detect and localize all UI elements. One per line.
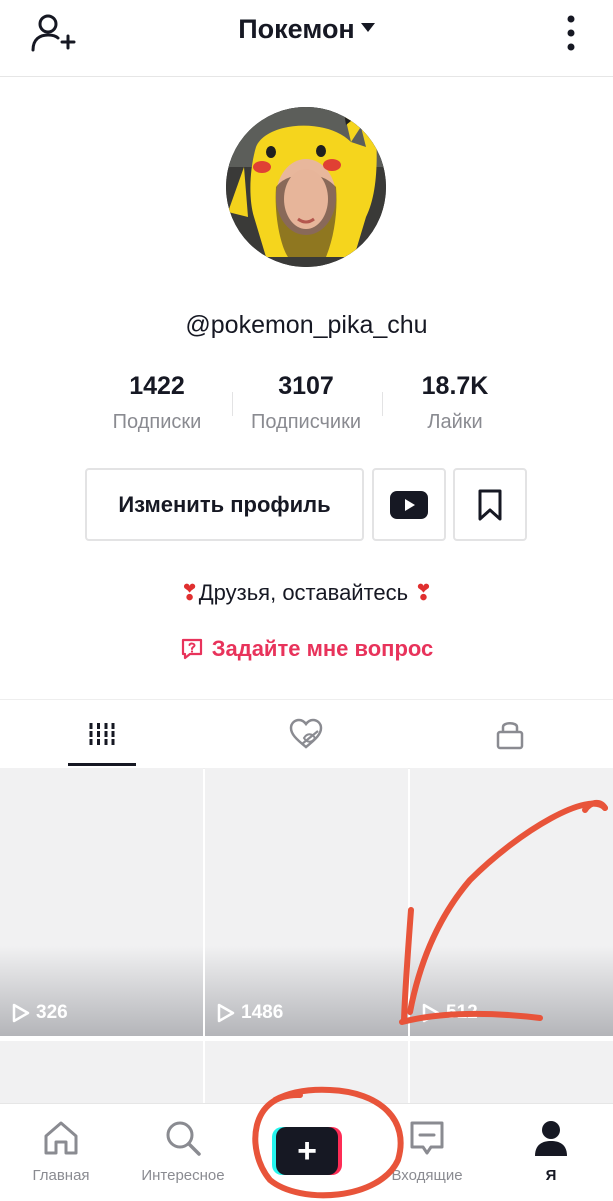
view-count-value: 1486 (241, 1002, 284, 1023)
caret-down-icon (360, 23, 375, 33)
nav-me-label: Я (545, 1167, 557, 1184)
ask-question-link[interactable]: Задайте мне вопрос (0, 636, 613, 662)
username: @pokemon_pika_chu (185, 311, 428, 339)
video-thumbnail[interactable] (0, 1041, 203, 1103)
heart-icon: ❣ (180, 580, 199, 605)
following-label: Подписки (112, 411, 202, 433)
profile-icon (535, 1121, 567, 1156)
nav-home-label: Главная (32, 1167, 90, 1184)
bio: ❣Друзья, оставайтесь ❣ (0, 580, 613, 606)
likes-label: Лайки (427, 411, 483, 433)
nav-inbox-label: Входящие (391, 1167, 463, 1184)
video-thumbnail[interactable] (410, 1041, 613, 1103)
view-count: 512 (422, 1002, 478, 1024)
video-thumbnail[interactable]: 1486 (205, 768, 408, 1036)
stat-likes[interactable]: 18.7K Лайки (380, 372, 530, 434)
video-thumbnail[interactable]: 512 (410, 768, 613, 1036)
bookmark-icon (478, 489, 502, 520)
video-thumbnail[interactable] (205, 1041, 408, 1103)
content-tabs (0, 699, 613, 769)
play-icon (12, 1003, 30, 1023)
stat-followers[interactable]: 3107 Подписчики (231, 372, 381, 434)
nav-home[interactable]: Главная (0, 1104, 122, 1201)
tab-liked[interactable] (204, 700, 408, 768)
search-icon (166, 1121, 201, 1156)
likes-count: 18.7K (421, 372, 489, 400)
inbox-icon (410, 1121, 444, 1155)
hidden-heart-icon (289, 718, 323, 749)
home-icon (44, 1121, 78, 1155)
play-icon (217, 1003, 235, 1023)
nav-discover[interactable]: Интересное (122, 1104, 244, 1201)
plus-icon: + (276, 1127, 338, 1175)
active-tab-indicator (68, 763, 136, 766)
youtube-icon (390, 490, 428, 519)
stat-following[interactable]: 1422 Подписки (82, 372, 232, 434)
grid-icon (89, 723, 115, 745)
heart-icon: ❣ (414, 580, 433, 605)
followers-count: 3107 (278, 372, 334, 400)
edit-profile-button[interactable]: Изменить профиль (85, 468, 364, 541)
nav-me[interactable]: Я (490, 1104, 612, 1201)
tab-videos[interactable] (0, 700, 204, 768)
create-video-button[interactable]: + (272, 1127, 342, 1175)
view-count: 326 (12, 1002, 68, 1024)
view-count-value: 512 (446, 1002, 478, 1023)
more-options-icon[interactable] (558, 14, 584, 52)
favorites-button[interactable] (453, 468, 527, 541)
avatar[interactable] (226, 107, 386, 267)
question-bubble-icon (181, 638, 202, 660)
video-grid: 326 1486 512 (0, 768, 613, 1103)
page-title: Покемон (238, 14, 355, 44)
view-count: 1486 (217, 1002, 283, 1024)
followers-label: Подписчики (250, 411, 362, 433)
lock-icon (496, 722, 524, 750)
profile-title-dropdown[interactable]: Покемон (0, 14, 613, 45)
ask-question-label: Задайте мне вопрос (211, 636, 434, 661)
youtube-button[interactable] (372, 468, 446, 541)
play-icon (422, 1003, 440, 1023)
nav-discover-label: Интересное (141, 1167, 225, 1184)
view-count-value: 326 (36, 1002, 68, 1023)
top-bar: Покемон (0, 0, 613, 77)
following-count: 1422 (129, 372, 185, 400)
tab-private[interactable] (408, 700, 612, 768)
nav-inbox[interactable]: Входящие (366, 1104, 488, 1201)
video-thumbnail[interactable]: 326 (0, 768, 203, 1036)
bio-text: Друзья, оставайтесь (198, 580, 409, 605)
